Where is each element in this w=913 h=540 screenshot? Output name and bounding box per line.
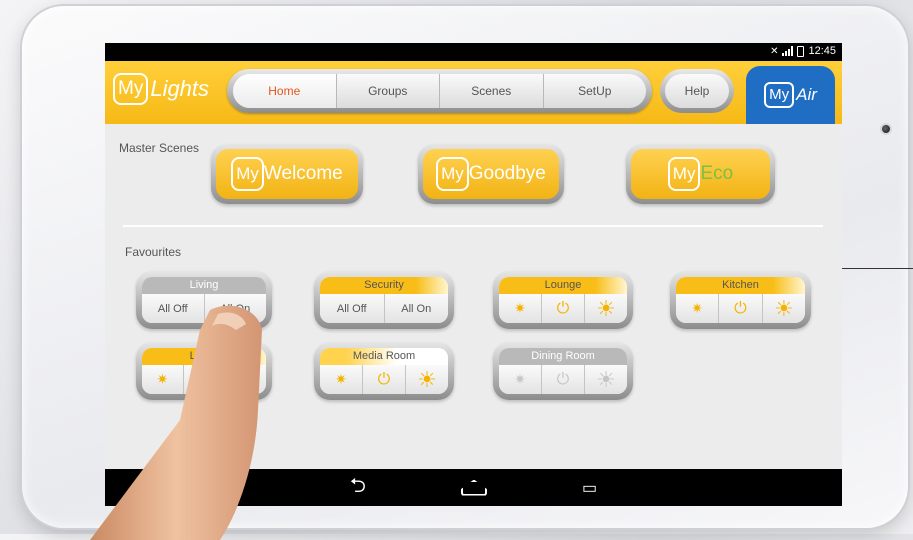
dim-button[interactable]: ✷ <box>499 294 542 323</box>
all-on-button[interactable]: All On <box>384 294 448 323</box>
battery-icon <box>797 45 805 57</box>
section-divider <box>123 225 823 227</box>
android-nav-bar: ⮌ ▭ <box>105 469 842 506</box>
scene-goodbye-frame: My Goodbye <box>418 144 564 204</box>
scene-welcome-name: Welcome <box>263 163 343 184</box>
fav-title: Lounge <box>499 277 627 294</box>
tab-bar: Home Groups Scenes SetUp <box>227 69 652 113</box>
fav-media-room-dimmer: Media Room ✷ ⏻ ☀ <box>314 342 454 400</box>
recents-icon[interactable]: ▭ <box>582 478 597 498</box>
fav-title: Living <box>142 348 266 365</box>
mylights-logo: My Lights <box>113 72 209 106</box>
power-button[interactable]: ⏻ <box>183 365 226 394</box>
power-button[interactable]: ⏻ <box>363 365 406 394</box>
scene-goodbye-name: Goodbye <box>468 163 546 184</box>
power-button[interactable]: ⏻ <box>542 365 585 394</box>
scene-eco-button[interactable]: My Eco <box>631 149 770 199</box>
sun-small-icon: ✷ <box>691 300 704 316</box>
master-scenes-label: Master Scenes <box>119 141 200 155</box>
scene-welcome-my: My <box>231 157 264 191</box>
power-icon: ⏻ <box>197 370 211 388</box>
scene-goodbye-my: My <box>436 157 469 191</box>
fav-title: Media Room <box>320 348 448 365</box>
bright-button[interactable]: ☀ <box>762 294 805 323</box>
myair-my: My <box>764 82 795 108</box>
bright-button[interactable]: ☀ <box>585 365 627 394</box>
sun-small-icon: ✷ <box>156 371 169 387</box>
tab-setup[interactable]: SetUp <box>544 74 647 108</box>
sun-large-icon: ☀ <box>235 366 256 392</box>
sun-large-icon: ☀ <box>417 366 437 392</box>
dim-button[interactable]: ✷ <box>320 365 363 394</box>
back-icon[interactable]: ⮌ <box>350 471 366 505</box>
home-icon[interactable] <box>460 479 487 496</box>
app-header: My Lights Home Groups Scenes SetUp Help … <box>105 61 842 124</box>
signal-icon <box>782 46 794 56</box>
all-off-button[interactable]: All Off <box>320 294 385 323</box>
fav-title: Living <box>142 277 266 294</box>
sun-small-icon: ✷ <box>514 371 526 387</box>
help-button-frame: Help <box>660 69 734 113</box>
fav-security-switch: Security All Off All On <box>314 271 454 329</box>
fav-lounge-dimmer: Lounge ✷ ⏻ ☀ <box>493 271 633 329</box>
dim-button[interactable]: ✷ <box>499 365 542 394</box>
tab-groups[interactable]: Groups <box>337 74 440 108</box>
logo-my: My <box>113 73 149 105</box>
screen: ✕ 12:45 My Lights Home Groups Scenes Set… <box>105 43 842 506</box>
favourites-label: Favourites <box>125 245 182 259</box>
scene-welcome-frame: My Welcome <box>211 144 363 204</box>
power-button[interactable]: ⏻ <box>542 294 585 323</box>
camera-icon <box>882 125 890 133</box>
sun-large-icon: ☀ <box>773 295 794 321</box>
myair-name: Air <box>796 85 817 104</box>
tab-home[interactable]: Home <box>233 74 337 108</box>
scene-welcome-button[interactable]: My Welcome <box>216 149 358 199</box>
all-on-button[interactable]: All On <box>204 294 266 323</box>
fav-title: Dining Room <box>499 348 627 365</box>
power-icon: ⏻ <box>556 299 570 317</box>
fav-dining-room-dimmer: Dining Room ✷ ⏻ ☀ <box>493 342 633 400</box>
scene-eco-my: My <box>667 157 701 191</box>
sun-large-icon: ☀ <box>596 366 616 392</box>
logo-name: Lights <box>150 76 210 101</box>
power-icon: ⏻ <box>377 370 391 388</box>
fav-living-dimmer: Living ✷ ⏻ ☀ <box>136 342 272 400</box>
bright-button[interactable]: ☀ <box>585 294 627 323</box>
dim-button[interactable]: ✷ <box>676 294 720 323</box>
bright-button[interactable]: ☀ <box>406 365 448 394</box>
sun-large-icon: ☀ <box>596 295 616 321</box>
fav-kitchen-dimmer: Kitchen ✷ ⏻ ☀ <box>670 271 811 329</box>
fav-title: Security <box>320 277 448 294</box>
tab-scenes[interactable]: Scenes <box>440 74 544 108</box>
scene-goodbye-button[interactable]: My Goodbye <box>423 149 559 199</box>
status-time: 12:45 <box>808 45 836 57</box>
power-button[interactable]: ⏻ <box>719 294 763 323</box>
help-button[interactable]: Help <box>665 74 729 108</box>
power-icon: ⏻ <box>556 370 570 388</box>
status-bar: ✕ 12:45 <box>105 43 842 61</box>
mute-icon: ✕ <box>770 45 779 57</box>
sun-small-icon: ✷ <box>335 371 347 387</box>
fav-living-switch: Living All Off All On <box>136 271 272 329</box>
power-icon: ⏻ <box>734 299 747 317</box>
all-off-button[interactable]: All Off <box>142 294 205 323</box>
myair-button[interactable]: My Air <box>746 66 835 124</box>
bright-button[interactable]: ☀ <box>225 365 266 394</box>
scene-eco-frame: My Eco <box>626 144 775 204</box>
scene-eco-name: Eco <box>700 163 734 184</box>
fav-title: Kitchen <box>676 277 805 294</box>
sun-small-icon: ✷ <box>514 300 526 316</box>
dim-button[interactable]: ✷ <box>142 365 184 394</box>
